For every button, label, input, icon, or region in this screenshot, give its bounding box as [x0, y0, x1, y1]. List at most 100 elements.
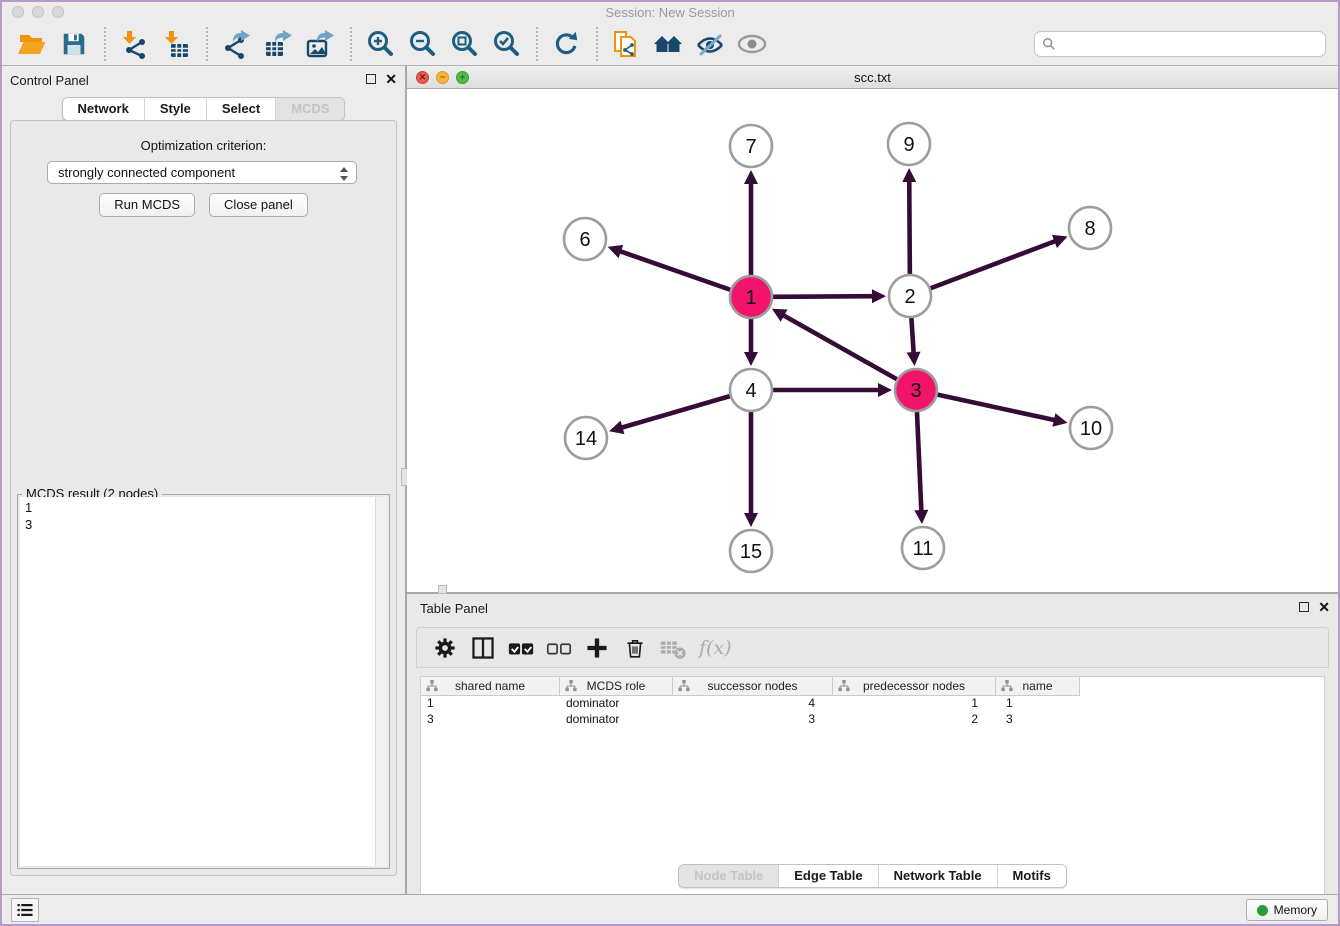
- export-table-icon[interactable]: [260, 26, 296, 62]
- delete-table-icon[interactable]: [655, 632, 691, 664]
- tab-style[interactable]: Style: [144, 98, 206, 120]
- graph-node-label-7: 7: [745, 136, 756, 158]
- graph-edge-1-6[interactable]: [617, 250, 730, 290]
- graph-edge-2-8[interactable]: [931, 240, 1059, 288]
- float-table-panel-icon[interactable]: [1299, 602, 1309, 612]
- dropdown-value: strongly connected component: [58, 165, 235, 180]
- export-image-icon[interactable]: [302, 26, 338, 62]
- close-panel-button[interactable]: Close panel: [209, 193, 308, 217]
- export-network-icon[interactable]: [218, 26, 254, 62]
- zoom-out-icon[interactable]: [404, 26, 440, 62]
- eye-slash-icon[interactable]: [692, 26, 728, 62]
- table-cell[interactable]: dominator: [560, 712, 673, 728]
- run-mcds-button[interactable]: Run MCDS: [99, 193, 195, 217]
- mcds-result-groupbox: MCDS result (2 nodes) 1 3: [17, 494, 390, 869]
- add-column-icon[interactable]: [579, 632, 615, 664]
- delete-column-icon[interactable]: [617, 632, 653, 664]
- tab-edge-table[interactable]: Edge Table: [778, 865, 877, 887]
- graph-node-label-1: 1: [745, 287, 756, 309]
- network-graph: 7968124314101511: [407, 89, 1338, 592]
- toolbar-separator: [206, 27, 208, 61]
- optimization-criterion-dropdown[interactable]: strongly connected component: [47, 161, 357, 184]
- refresh-icon[interactable]: [548, 26, 584, 62]
- table-cell[interactable]: 1: [996, 696, 1080, 712]
- search-field[interactable]: [1034, 31, 1326, 57]
- tab-network-table[interactable]: Network Table: [878, 865, 997, 887]
- graph-edge-2-3[interactable]: [911, 318, 913, 356]
- table-row[interactable]: 1dominator411: [421, 696, 1324, 712]
- table-cell[interactable]: 4: [673, 696, 833, 712]
- network-view-window: ✕ − + scc.txt 7968124314101511: [407, 66, 1338, 592]
- save-icon[interactable]: [56, 26, 92, 62]
- graph-node-label-2: 2: [904, 286, 915, 308]
- graph-edge-4-14[interactable]: [619, 396, 730, 428]
- eye-icon[interactable]: [734, 26, 770, 62]
- close-table-panel-icon[interactable]: ✕: [1318, 601, 1330, 613]
- tab-motifs[interactable]: Motifs: [997, 865, 1066, 887]
- mcds-result-textarea[interactable]: 1 3: [20, 497, 387, 866]
- graph-edge-3-10[interactable]: [937, 395, 1057, 421]
- graph-edge-3-1[interactable]: [781, 314, 897, 380]
- search-input[interactable]: [1061, 34, 1325, 54]
- graph-node-label-9: 9: [903, 134, 914, 156]
- memory-button[interactable]: Memory: [1246, 899, 1328, 921]
- column-header-predecessor-nodes[interactable]: predecessor nodes: [833, 677, 996, 696]
- graph-edge-3-11[interactable]: [917, 412, 922, 514]
- function-builder-icon[interactable]: f(x): [699, 637, 732, 659]
- column-header-MCDS-role[interactable]: MCDS role: [560, 677, 673, 696]
- network-window-titlebar[interactable]: ✕ − + scc.txt: [407, 66, 1338, 89]
- horizontal-splitter-handle[interactable]: [438, 585, 447, 594]
- result-scrollbar[interactable]: [375, 497, 387, 866]
- table-header-row: shared nameMCDS rolesuccessor nodesprede…: [421, 677, 1324, 696]
- import-table-icon[interactable]: [158, 26, 194, 62]
- table-body: 1dominator4113dominator323: [421, 696, 1324, 728]
- control-panel-title: Control Panel: [10, 73, 89, 88]
- zoom-in-icon[interactable]: [362, 26, 398, 62]
- table-cell[interactable]: 3: [421, 712, 560, 728]
- graph-edge-1-2[interactable]: [773, 296, 876, 297]
- import-network-icon[interactable]: [116, 26, 152, 62]
- deselect-checkboxes-icon[interactable]: [541, 632, 577, 664]
- task-history-icon[interactable]: [11, 898, 39, 922]
- graph-edge-2-9[interactable]: [909, 178, 910, 274]
- graph-node-label-11: 11: [913, 538, 934, 560]
- tab-select[interactable]: Select: [206, 98, 275, 120]
- column-hierarchy-icon: [565, 679, 577, 693]
- column-header-successor-nodes[interactable]: successor nodes: [673, 677, 833, 696]
- tab-node-table[interactable]: Node Table: [679, 865, 778, 887]
- table-cell[interactable]: 1: [421, 696, 560, 712]
- split-columns-icon[interactable]: [465, 632, 501, 664]
- column-hierarchy-icon: [838, 679, 850, 693]
- graph-node-label-6: 6: [579, 229, 590, 251]
- zoom-fit-icon[interactable]: [446, 26, 482, 62]
- select-all-checkboxes-icon[interactable]: [503, 632, 539, 664]
- table-cell[interactable]: 1: [833, 696, 996, 712]
- app-title: Session: New Session: [2, 5, 1338, 20]
- float-panel-icon[interactable]: [366, 74, 376, 84]
- tab-mcds[interactable]: MCDS: [275, 98, 344, 120]
- tab-network[interactable]: Network: [63, 98, 144, 120]
- search-icon: [1042, 37, 1056, 51]
- table-cell[interactable]: 3: [996, 712, 1080, 728]
- duplicate-network-icon[interactable]: [608, 26, 644, 62]
- application-window: Session: New Session: [2, 2, 1338, 924]
- graph-arrowhead-1-6: [608, 245, 624, 258]
- column-header-shared-name[interactable]: shared name: [421, 677, 560, 696]
- table-panel-title: Table Panel: [420, 601, 488, 616]
- close-panel-icon[interactable]: ✕: [385, 73, 397, 85]
- table-row[interactable]: 3dominator323: [421, 712, 1324, 728]
- mcds-result-line: 1: [25, 499, 382, 516]
- table-cell[interactable]: dominator: [560, 696, 673, 712]
- network-canvas[interactable]: 7968124314101511: [407, 89, 1338, 592]
- graph-arrowhead-3-11: [914, 510, 928, 524]
- table-cell[interactable]: 2: [833, 712, 996, 728]
- gear-icon[interactable]: [427, 632, 463, 664]
- folder-open-icon[interactable]: [14, 26, 50, 62]
- zoom-selected-icon[interactable]: [488, 26, 524, 62]
- column-header-name[interactable]: name: [996, 677, 1080, 696]
- table-cell[interactable]: 3: [673, 712, 833, 728]
- graph-node-label-15: 15: [740, 541, 762, 563]
- graph-arrowhead-4-3: [878, 383, 892, 397]
- optimization-criterion-label: Optimization criterion:: [11, 138, 396, 153]
- houses-icon[interactable]: [650, 26, 686, 62]
